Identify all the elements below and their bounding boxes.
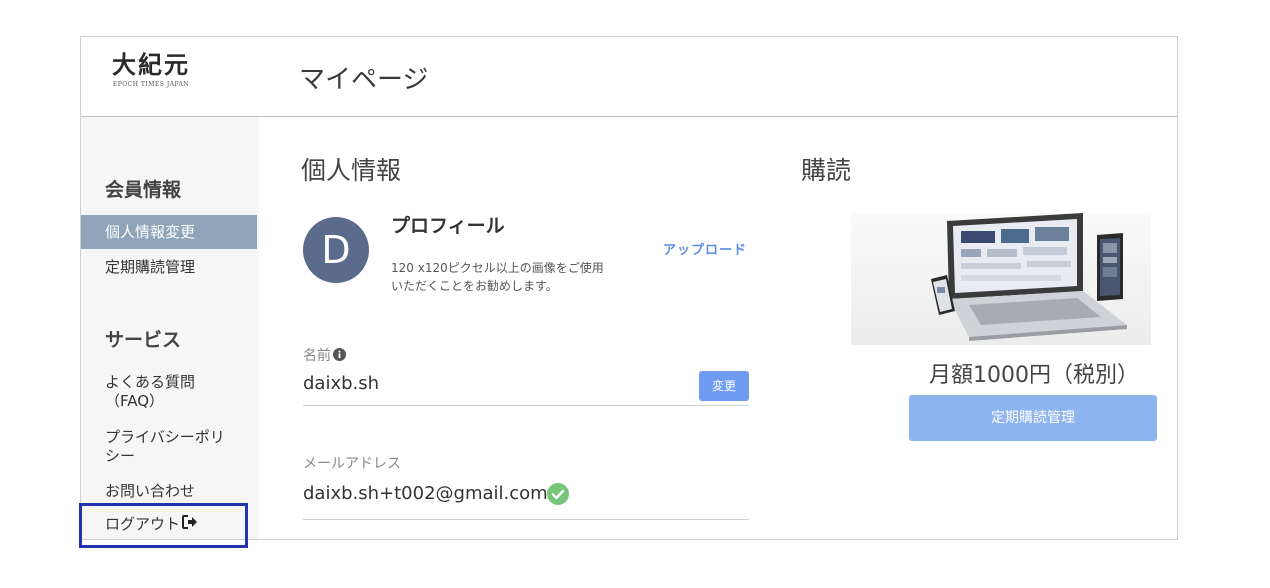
email-label: メールアドレス <box>303 456 401 472</box>
email-underline <box>303 519 749 520</box>
price-text: 月額1000円（税別） <box>929 363 1139 388</box>
sidebar-item-faq[interactable]: よくある質問 （FAQ） <box>81 373 257 411</box>
profile-note-line1: 120 x120ピクセル以上の画像をご使用 <box>391 261 604 275</box>
name-value[interactable]: daixb.sh <box>303 373 379 394</box>
name-label: 名前 <box>303 348 331 364</box>
sidebar-item-faq-line2: （FAQ） <box>105 392 165 410</box>
avatar: D <box>303 217 369 283</box>
logo[interactable]: 大紀元 EPOCH TIMES JAPAN <box>95 51 207 95</box>
devices-image <box>851 213 1151 345</box>
check-circle-icon <box>547 483 569 505</box>
email-value[interactable]: daixb.sh+t002@gmail.com <box>303 483 548 504</box>
sidebar-heading-member: 会員情報 <box>105 179 182 201</box>
upload-link[interactable]: アップロード <box>663 239 747 258</box>
sidebar-item-contact[interactable]: お問い合わせ <box>81 482 257 501</box>
profile-title: プロフィール <box>391 215 505 237</box>
subscription-heading: 購読 <box>801 156 852 185</box>
info-icon <box>333 348 346 365</box>
mypage-frame: 大紀元 EPOCH TIMES JAPAN マイページ 会員情報 個人情報変更 … <box>80 36 1178 540</box>
top-bar: 大紀元 EPOCH TIMES JAPAN マイページ <box>81 37 1177 117</box>
sidebar-item-faq-line1: よくある質問 <box>105 373 196 391</box>
logout-highlight-box <box>79 503 248 548</box>
logo-subtitle: EPOCH TIMES JAPAN <box>112 81 190 88</box>
personal-info-heading: 個人情報 <box>301 156 402 185</box>
change-name-button[interactable]: 変更 <box>699 371 749 401</box>
page-title: マイページ <box>299 65 429 95</box>
sidebar: 会員情報 個人情報変更 定期購読管理 サービス よくある質問 （FAQ） プライ… <box>81 117 259 539</box>
profile-note-line2: いただくことをお勧めします。 <box>391 279 558 293</box>
sidebar-item-profile-edit[interactable]: 個人情報変更 <box>81 215 257 249</box>
logo-text: 大紀元 <box>112 50 190 79</box>
sidebar-item-privacy[interactable]: プライバシーポリ シー <box>81 428 257 466</box>
sidebar-item-privacy-line2: シー <box>105 447 136 465</box>
sidebar-item-subscription-manage[interactable]: 定期購読管理 <box>81 258 257 277</box>
name-underline <box>303 405 749 406</box>
profile-note: 120 x120ピクセル以上の画像をご使用 いただくことをお勧めします。 <box>391 259 604 295</box>
sidebar-heading-service: サービス <box>105 329 182 351</box>
subscription-manage-button[interactable]: 定期購読管理 <box>909 395 1157 441</box>
name-label-row: 名前 <box>303 345 346 365</box>
sidebar-item-privacy-line1: プライバシーポリ <box>105 428 225 446</box>
